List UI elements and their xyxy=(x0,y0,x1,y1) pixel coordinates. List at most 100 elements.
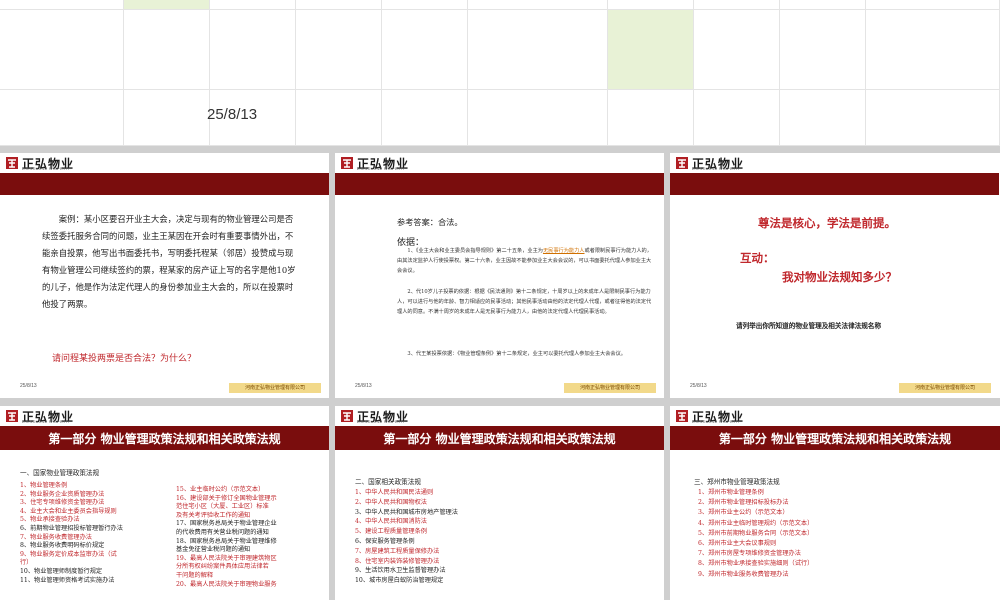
list-item: 7、郑州市房屋专项维修资金管理办法 xyxy=(698,550,801,558)
grid-cell xyxy=(0,90,124,146)
grid-cell xyxy=(780,90,866,146)
list-item: 2、郑州市物业管理招标投标办法 xyxy=(698,499,789,507)
top-slide-fragment: 25/8/13 xyxy=(0,0,1000,146)
slide-thumbnail-national-laws[interactable]: 正弘物业 ZHENGHONG PROPERTY 第一部分 物业管理政策法规和相关… xyxy=(0,406,329,600)
logo-subtext: ZHENGHONG PROPERTY xyxy=(357,167,406,171)
answer-text: 参考答案：合法。 xyxy=(397,217,463,227)
list-item: 4、郑州市业主临时管理规约（示范文本） xyxy=(698,519,814,527)
slide-title: 第一部分 物业管理政策法规和相关政策法规 xyxy=(48,432,281,446)
slide-header: 正弘物业 ZHENGHONG PROPERTY xyxy=(670,406,1000,426)
slide-header: 正弘物业 ZHENGHONG PROPERTY xyxy=(0,406,329,426)
company-logo-icon xyxy=(676,157,688,169)
grid-cell xyxy=(0,0,124,10)
list-item: 1、中华人民共和国民法通则 xyxy=(355,489,434,496)
company-logo-icon xyxy=(6,157,18,169)
list-item: 9、郑州市物业服务收费管理办法 xyxy=(698,570,789,578)
list-item: 的代收费用有关营业税问题的通知 xyxy=(176,528,269,536)
grid-cell xyxy=(382,0,468,10)
slide-thumbnail-answer[interactable]: 正弘物业 ZHENGHONG PROPERTY 参考答案：合法。 依据： 1、《… xyxy=(335,153,664,398)
grid-cell xyxy=(694,0,780,10)
slide-thumbnail-case[interactable]: 正弘物业 ZHENGHONG PROPERTY 案例：某小区要召开业主大会，决定… xyxy=(0,153,329,398)
list-item: 干问题的解释 xyxy=(176,571,214,579)
list-item: 6、保安服务管理条例 xyxy=(355,537,415,545)
list-item: 5、郑州市前期物业服务合同（示范文本） xyxy=(698,529,814,537)
list-item: 行） xyxy=(20,559,33,567)
grid-cell xyxy=(0,10,124,90)
list-item: 8、郑州市物业承接查验实施细则（试行） xyxy=(698,560,814,568)
case-question: 请问程某投两票是否合法？为什么？ xyxy=(52,354,197,364)
slide-thumbnail-related-laws[interactable]: 正弘物业 ZHENGHONG PROPERTY 第一部分 物业管理政策法规和相关… xyxy=(335,406,664,600)
company-logo-icon xyxy=(341,410,353,422)
slide-title: 第一部分 物业管理政策法规和相关政策法规 xyxy=(383,432,616,446)
list-item: 3、郑州市业主公约（示范文本） xyxy=(698,509,789,517)
list-item: 4、中华人民共和国消防法 xyxy=(355,518,427,526)
list-item: 10、物业管理师制度暂行规定 xyxy=(20,567,103,575)
basis-1-text-a: 1、《业主大会和业主委员会指导规则》第二十五条，业主为 xyxy=(407,248,543,254)
slide-date: 25/8/13 xyxy=(355,383,372,389)
list-item: 15、业主临时公约（示范文本） xyxy=(176,486,265,493)
grid-cell xyxy=(468,0,608,10)
list-item: 2、物业服务企业资质管理办法 xyxy=(20,490,105,498)
grid-cell xyxy=(866,0,1000,10)
logo-subtext: ZHENGHONG PROPERTY xyxy=(22,420,71,424)
company-footer: 河南正弘物业管理有限公司 xyxy=(564,383,656,393)
list-item: 18、国家税务总局关于物业管理维修 xyxy=(176,537,277,545)
interaction-question: 我对物业法规知多少？ xyxy=(782,270,897,284)
list-item: 5、建设工程质量管理条例 xyxy=(355,528,427,536)
list-item: 1、物业管理条例 xyxy=(20,482,68,489)
list-item: 9、生活饮用水卫生监督管理办法 xyxy=(355,567,446,575)
slide-header: 正弘物业 ZHENGHONG PROPERTY xyxy=(670,153,999,173)
slide-thumbnail-interaction[interactable]: 正弘物业 ZHENGHONG PROPERTY 尊法是核心，学法是前提。 互动：… xyxy=(670,153,999,398)
slide-title: 第一部分 物业管理政策法规和相关政策法规 xyxy=(718,432,952,446)
list-item: 6、前期物业管理招投标管理暂行办法 xyxy=(20,524,123,532)
title-band xyxy=(335,173,664,195)
list-item: 7、房屋建筑工程质量保修办法 xyxy=(355,547,440,555)
list-item: 20、最高人民法院关于审理物业服务 xyxy=(176,580,277,588)
title-band xyxy=(0,173,329,195)
grid-cell xyxy=(296,10,382,90)
interaction-label: 互动： xyxy=(740,251,775,265)
company-footer: 河南正弘物业管理有限公司 xyxy=(899,383,991,393)
slide-date: 25/8/13 xyxy=(20,383,37,389)
section-heading: 二、国家相关政策法规 xyxy=(355,478,421,486)
list-item: 8、物业服务收费明码标价规定 xyxy=(20,542,105,550)
slogan-text: 尊法是核心，学法是前提。 xyxy=(758,216,896,230)
grid-cell xyxy=(382,90,468,146)
grid-cell xyxy=(124,0,210,10)
list-item: 3、中华人民共和国城市房地产管理法 xyxy=(355,508,458,516)
list-item: 范住宅小区（大厦、工业区）标准 xyxy=(176,503,269,511)
grid-cell xyxy=(468,90,608,146)
list-item: 8、住宅室内装饰装修管理办法 xyxy=(355,557,440,565)
grid-cell xyxy=(866,90,1000,146)
list-item: 分所有权纠纷案件具体应用法律若 xyxy=(176,563,269,571)
grid-cell xyxy=(694,10,780,90)
list-item: 2、中华人民共和国物权法 xyxy=(355,498,427,506)
list-item: 3、住宅专项维修资金管理办法 xyxy=(20,499,105,507)
list-item: 10、城市房屋白蚁防治管理规定 xyxy=(355,577,444,585)
slide-header: 正弘物业 ZHENGHONG PROPERTY xyxy=(335,406,664,426)
law-list: 1、郑州市物业管理条例 2、郑州市物业管理招标投标办法 3、郑州市业主公约（示范… xyxy=(698,488,813,580)
list-item: 6、郑州市业主大会议事规则 xyxy=(698,540,777,548)
basis-paragraph-3: 3、代王某投票依据：《物业管理条例》第十二条规定，业主可以委托代理人参加业主大会… xyxy=(407,351,626,357)
logo-subtext: ZHENGHONG PROPERTY xyxy=(22,167,71,171)
grid-cell xyxy=(296,90,382,146)
law-list-right: 15、业主临时公约（示范文本） 16、建设部关于修订全国物业管理示 范住宅小区（… xyxy=(176,486,277,589)
grid-cell xyxy=(780,10,866,90)
law-list: 1、中华人民共和国民法通则 2、中华人民共和国物权法 3、中华人民共和国城市房地… xyxy=(355,488,458,586)
grid-cell xyxy=(608,10,694,90)
title-band xyxy=(670,173,999,195)
list-item: 基金免征营业税问题的通知 xyxy=(176,546,251,554)
case-text: 案例：某小区要召开业主大会，决定与现有的物业管理公司是否续签委托服务合同的问题，… xyxy=(42,214,296,309)
grid-cell xyxy=(608,90,694,146)
divider xyxy=(0,146,1000,153)
company-logo-icon xyxy=(341,157,353,169)
grid-cell xyxy=(866,10,1000,90)
grid-cell xyxy=(780,0,866,10)
list-item: 1、郑州市物业管理条例 xyxy=(698,489,764,496)
grid-cell xyxy=(296,0,382,10)
section-heading: 三、郑州市物业管理政策法规 xyxy=(694,478,780,486)
grid-cell xyxy=(124,90,210,146)
section-heading: 一、国家物业管理政策法规 xyxy=(20,469,100,477)
slide-thumbnail-local-laws[interactable]: 正弘物业 ZHENGHONG PROPERTY 第一部分 物业管理政策法规和相关… xyxy=(670,406,1000,600)
logo-subtext: ZHENGHONG PROPERTY xyxy=(692,167,741,171)
